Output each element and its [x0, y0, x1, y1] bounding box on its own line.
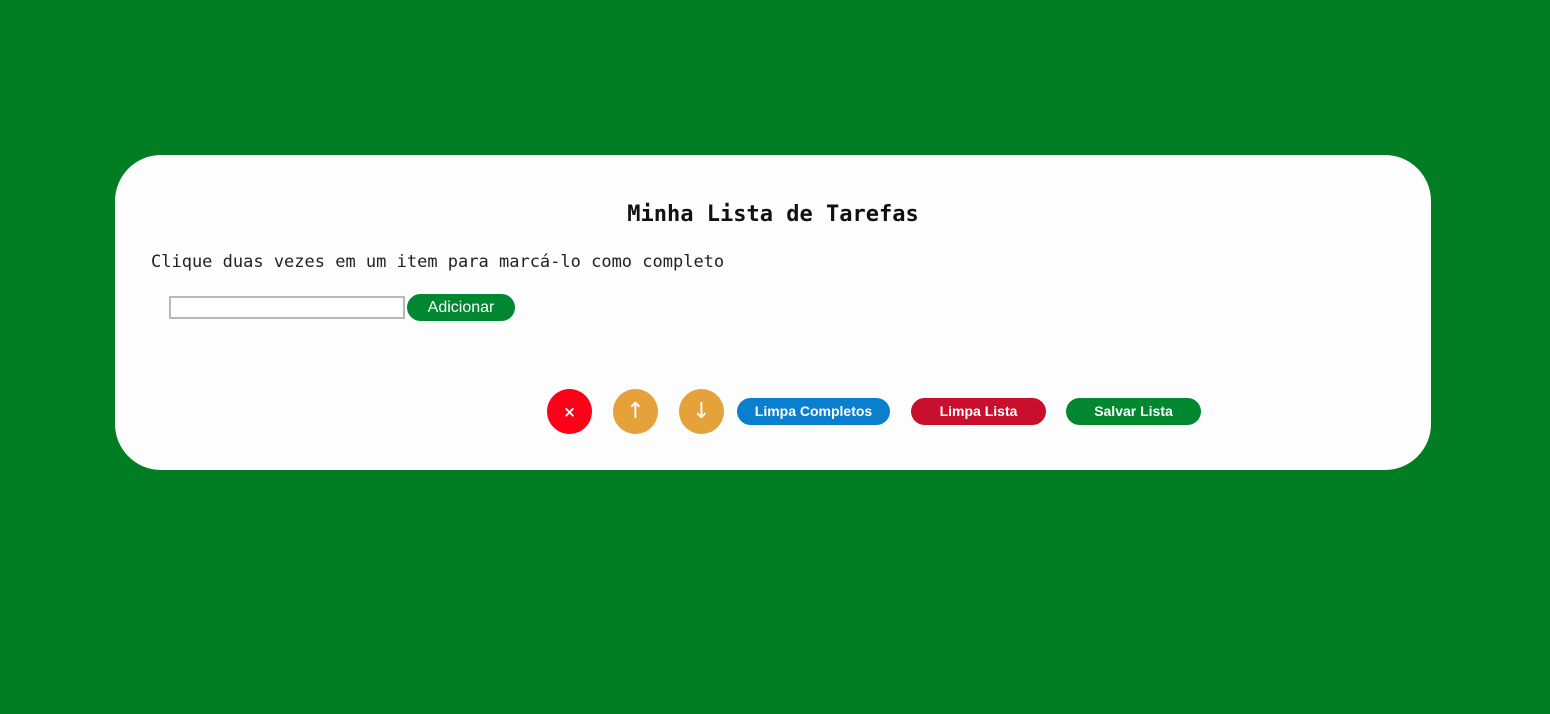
arrow-up-icon: ↑: [626, 399, 645, 424]
task-input[interactable]: [169, 296, 405, 319]
instruction-text: Clique duas vezes em um item para marcá-…: [151, 252, 725, 272]
delete-item-button[interactable]: ×: [547, 389, 592, 434]
clear-list-button[interactable]: Limpa Lista: [911, 398, 1046, 425]
save-list-button[interactable]: Salvar Lista: [1066, 398, 1201, 425]
clear-completed-button[interactable]: Limpa Completos: [737, 398, 890, 425]
move-down-button[interactable]: ↓: [679, 389, 724, 434]
arrow-down-icon: ↓: [692, 399, 711, 424]
move-up-button[interactable]: ↑: [613, 389, 658, 434]
add-button[interactable]: Adicionar: [407, 294, 515, 321]
close-icon: ×: [563, 402, 576, 421]
page-title: Minha Lista de Tarefas: [627, 202, 919, 227]
todo-card: Minha Lista de Tarefas Clique duas vezes…: [115, 155, 1431, 470]
